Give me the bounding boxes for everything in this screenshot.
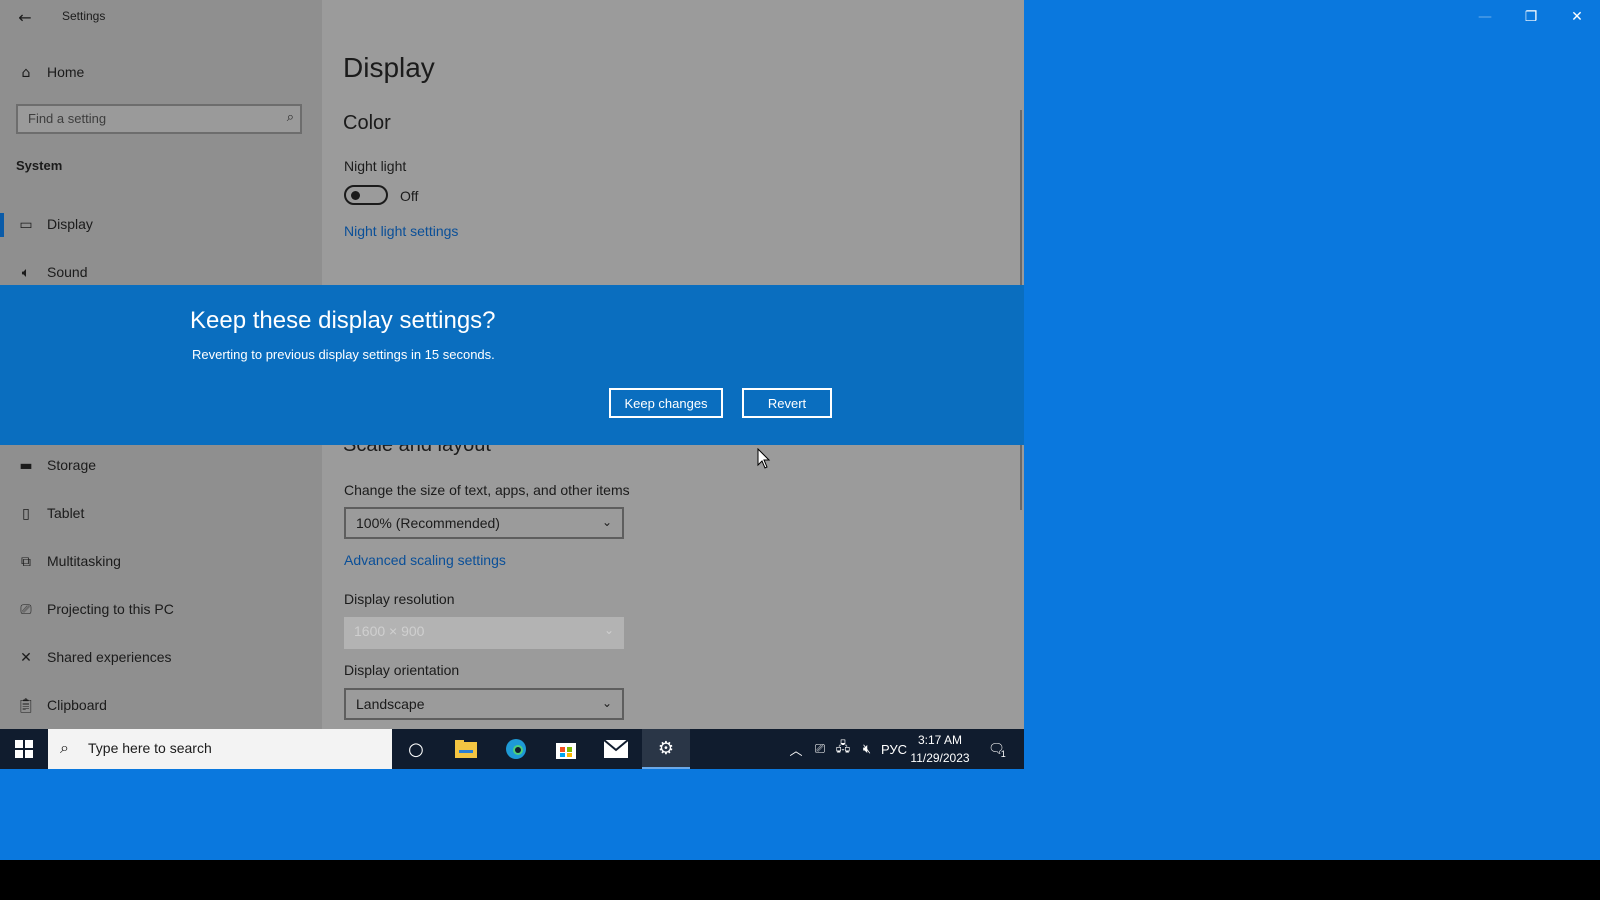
projecting-icon: ⎚ xyxy=(20,602,32,618)
resolution-value: 1600 × 900 xyxy=(354,623,425,639)
minimize-button[interactable]: — xyxy=(1462,4,1508,30)
file-explorer-icon xyxy=(455,740,477,758)
dialog-message: Reverting to previous display settings i… xyxy=(192,347,495,362)
keep-settings-dialog: Keep these display settings? Reverting t… xyxy=(0,285,1024,445)
settings-gear-icon: ⚙ xyxy=(657,737,675,759)
orientation-dropdown[interactable]: Landscape ⌄ xyxy=(344,688,624,720)
back-arrow-icon[interactable]: ← xyxy=(12,4,38,30)
close-button[interactable]: ✕ xyxy=(1554,4,1600,30)
orientation-label: Display orientation xyxy=(344,662,460,678)
orientation-value: Landscape xyxy=(356,696,425,712)
muted-speaker-icon: 🔇︎ xyxy=(862,741,872,756)
night-light-state: Off xyxy=(400,188,419,204)
find-setting-input[interactable] xyxy=(26,110,270,127)
sidebar-item-display[interactable]: ▭ Display xyxy=(0,205,322,245)
home-label: Home xyxy=(47,64,85,80)
clipboard-icon: 📋︎ xyxy=(17,698,35,714)
sidebar-item-clipboard[interactable]: 📋︎ Clipboard xyxy=(0,686,322,726)
dialog-title: Keep these display settings? xyxy=(190,307,496,334)
mail-icon xyxy=(604,740,628,758)
store-icon xyxy=(556,743,576,759)
speaker-icon: 🔈︎ xyxy=(21,265,31,281)
resolution-dropdown: 1600 × 900 ⌄ xyxy=(344,617,624,649)
close-icon: ✕ xyxy=(1571,9,1583,25)
settings-taskbar-button[interactable]: ⚙ xyxy=(642,729,690,769)
chevron-down-icon: ⌄ xyxy=(601,696,612,710)
tablet-icon: ▯ xyxy=(22,506,30,522)
monitor-icon: ▭ xyxy=(19,217,33,233)
active-indicator xyxy=(0,213,4,237)
app-title: Settings xyxy=(62,9,106,23)
sidebar-item-label: Shared experiences xyxy=(47,649,172,665)
clock-date: 11/29/2023 xyxy=(910,751,970,765)
notification-count: 1 xyxy=(1000,749,1006,759)
meet-now-button[interactable]: ⎚ xyxy=(810,729,830,769)
cortana-button[interactable]: ○ xyxy=(392,729,440,769)
section-heading-color: Color xyxy=(343,112,391,134)
sidebar-item-tablet[interactable]: ▯ Tablet xyxy=(0,494,322,534)
sidebar-item-multitasking[interactable]: ⧉ Multitasking xyxy=(0,542,322,582)
taskbar-search-placeholder: Type here to search xyxy=(88,740,212,756)
edge-icon xyxy=(506,739,526,759)
sidebar-item-label: Tablet xyxy=(47,505,85,521)
edge-button[interactable] xyxy=(492,729,540,769)
show-hidden-icons-button[interactable]: ︿ xyxy=(786,729,806,769)
camera-icon: ⎚ xyxy=(814,741,826,756)
sidebar-item-label: Multitasking xyxy=(47,553,121,569)
sidebar-item-shared-experiences[interactable]: ✕ Shared experiences xyxy=(0,638,322,678)
shared-experiences-icon: ✕ xyxy=(20,650,32,666)
start-button[interactable] xyxy=(0,729,48,769)
restore-icon: ❐ xyxy=(1524,9,1538,25)
settings-window: ← Settings ⌂ Home ⌕ System ▭ Display 🔈︎ … xyxy=(0,0,1024,729)
store-button[interactable] xyxy=(542,729,590,769)
revert-button[interactable]: Revert xyxy=(742,388,832,418)
windows-logo-icon xyxy=(15,740,33,758)
file-explorer-button[interactable] xyxy=(442,729,490,769)
scale-value: 100% (Recommended) xyxy=(356,515,500,531)
clock[interactable]: 3:17 AM 11/29/2023 xyxy=(905,731,975,767)
keep-changes-button[interactable]: Keep changes xyxy=(609,388,723,418)
sidebar-item-label: Projecting to this PC xyxy=(47,601,174,617)
network-icon: 🖧︎ xyxy=(835,739,851,754)
sidebar-item-home[interactable]: ⌂ Home xyxy=(0,56,322,90)
screen-bottom-strip xyxy=(0,860,1600,900)
sidebar-item-label: Clipboard xyxy=(47,697,107,713)
find-setting-search[interactable]: ⌕ xyxy=(16,104,302,134)
taskbar-search[interactable]: ⌕ Type here to search xyxy=(48,729,392,769)
night-light-label: Night light xyxy=(344,158,407,174)
chevron-down-icon: ⌄ xyxy=(603,623,614,637)
sidebar-item-storage[interactable]: ▬ Storage xyxy=(0,446,322,486)
taskbar: ⌕ Type here to search ○ ⚙ ︿ ⎚ 🖧︎ 🔇︎ РУС … xyxy=(0,729,1024,769)
sidebar-item-label: Storage xyxy=(47,457,97,473)
chevron-up-icon: ︿ xyxy=(789,742,803,758)
night-light-toggle[interactable] xyxy=(344,185,388,205)
toggle-knob xyxy=(351,191,360,200)
multitasking-icon: ⧉ xyxy=(21,554,31,570)
sidebar-item-label: Display xyxy=(47,216,93,232)
cortana-icon: ○ xyxy=(408,738,424,760)
chevron-down-icon: ⌄ xyxy=(601,515,612,529)
night-light-settings-link[interactable]: Night light settings xyxy=(344,223,458,239)
sidebar-item-projecting[interactable]: ⎚ Projecting to this PC xyxy=(0,590,322,630)
clock-time: 3:17 AM xyxy=(917,733,963,747)
volume-button[interactable]: 🔇︎ xyxy=(856,729,878,769)
minimize-icon: — xyxy=(1478,9,1492,25)
section-label-system: System xyxy=(16,158,63,173)
scale-label: Change the size of text, apps, and other… xyxy=(344,482,630,498)
sidebar-item-label: Sound xyxy=(47,264,88,280)
home-icon: ⌂ xyxy=(21,65,31,81)
advanced-scaling-link[interactable]: Advanced scaling settings xyxy=(344,552,506,568)
title-bar: ← Settings xyxy=(0,0,322,34)
resolution-label: Display resolution xyxy=(344,591,455,607)
maximize-button[interactable]: ❐ xyxy=(1508,4,1554,30)
search-icon: ⌕ xyxy=(60,738,69,757)
mail-button[interactable] xyxy=(592,729,640,769)
page-title: Display xyxy=(343,52,435,83)
mouse-cursor-icon xyxy=(757,448,771,469)
storage-icon: ▬ xyxy=(19,458,33,474)
search-icon: ⌕ xyxy=(286,110,294,125)
action-center-button[interactable]: 🗨︎ 1 xyxy=(982,729,1012,769)
network-button[interactable]: 🖧︎ xyxy=(832,729,854,769)
scale-dropdown[interactable]: 100% (Recommended) ⌄ xyxy=(344,507,624,539)
